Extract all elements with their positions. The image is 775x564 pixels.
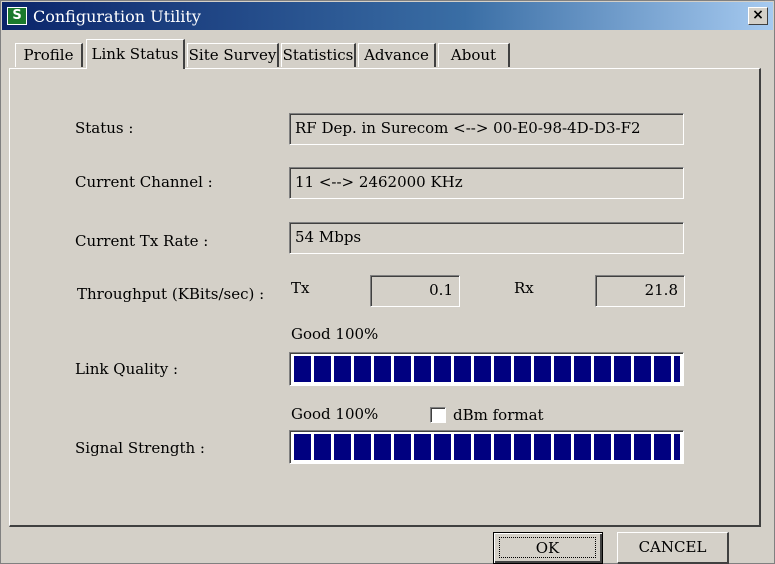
window-title: Configuration Utility <box>33 7 201 26</box>
rx-label: Rx <box>514 279 534 297</box>
signal-strength-text: Good 100% <box>291 405 379 423</box>
ok-button-label: OK <box>499 537 596 558</box>
link-quality-meter <box>289 352 684 386</box>
close-button[interactable]: × <box>748 7 768 25</box>
tab-site-survey[interactable]: Site Survey <box>187 43 279 67</box>
channel-value: 11 <--> 2462000 KHz <box>289 167 684 199</box>
tab-statistics[interactable]: Statistics <box>281 43 356 67</box>
status-value: RF Dep. in Surecom <--> 00-E0-98-4D-D3-F… <box>289 113 684 145</box>
link-status-panel: Status : RF Dep. in Surecom <--> 00-E0-9… <box>9 68 761 527</box>
signal-strength-fill <box>294 434 680 460</box>
link-quality-label: Link Quality : <box>75 360 179 378</box>
tab-about[interactable]: About <box>438 43 510 67</box>
app-icon: S <box>7 7 27 25</box>
tx-throughput-value: 0.1 <box>370 275 460 307</box>
dbm-format-label[interactable]: dBm format <box>453 406 544 424</box>
link-quality-text: Good 100% <box>291 325 379 343</box>
status-label: Status : <box>75 119 134 137</box>
tx-rate-label: Current Tx Rate : <box>75 232 209 250</box>
dbm-format-checkbox[interactable] <box>430 407 446 423</box>
tab-advance[interactable]: Advance <box>358 43 436 67</box>
signal-strength-meter <box>289 430 684 464</box>
tx-label: Tx <box>291 279 310 297</box>
tx-rate-value: 54 Mbps <box>289 222 684 254</box>
link-quality-fill <box>294 356 680 382</box>
rx-throughput-value: 21.8 <box>595 275 685 307</box>
tab-link-status[interactable]: Link Status <box>86 39 185 69</box>
signal-strength-label: Signal Strength : <box>75 439 205 457</box>
ok-button[interactable]: OK <box>493 532 603 564</box>
configuration-utility-window: S Configuration Utility × Profile Link S… <box>0 0 775 564</box>
title-bar[interactable]: S Configuration Utility × <box>2 2 773 30</box>
cancel-button[interactable]: CANCEL <box>617 532 729 564</box>
channel-label: Current Channel : <box>75 173 213 191</box>
throughput-label: Throughput (KBits/sec) : <box>77 285 265 303</box>
tab-profile[interactable]: Profile <box>15 43 83 67</box>
